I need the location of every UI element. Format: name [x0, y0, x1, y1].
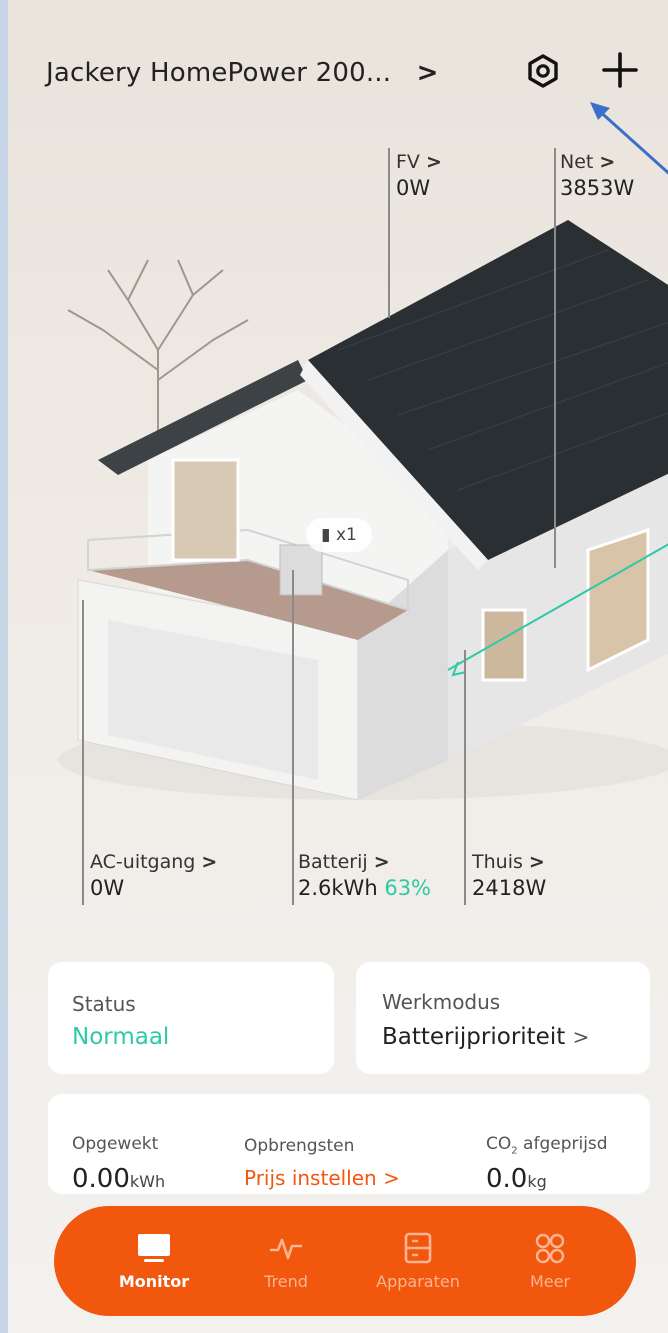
nav-monitor-label[interactable]: Monitor: [94, 1272, 214, 1291]
generated-unit: kWh: [129, 1172, 166, 1191]
co2-prefix: CO: [486, 1134, 512, 1154]
ac-connector-line: [82, 600, 84, 905]
ac-output-value: 0W: [90, 876, 125, 901]
chevron-right-icon: >: [383, 1166, 400, 1190]
status-card: Status Normaal: [48, 962, 334, 1074]
home-label: Thuis: [472, 851, 523, 873]
work-mode-label: Werkmodus: [382, 990, 501, 1014]
earnings-label: Opbrengsten: [244, 1136, 355, 1156]
co2-unit: kg: [527, 1172, 547, 1191]
net-readout[interactable]: Net > 3853W: [560, 150, 634, 203]
battery-label: Batterij: [298, 851, 368, 873]
chevron-right-icon: >: [201, 851, 218, 873]
chevron-right-icon: >: [572, 1025, 590, 1049]
set-price-link[interactable]: Prijs instellen >: [244, 1166, 400, 1190]
hexagon-gear-icon[interactable]: [526, 54, 560, 88]
battery-count-text: x1: [335, 525, 357, 545]
ac-output-label: AC-uitgang: [90, 851, 196, 873]
fv-value: 0W: [396, 176, 431, 201]
set-price-text[interactable]: Prijs instellen: [244, 1166, 377, 1190]
co2-suffix: afgeprijsd: [517, 1134, 608, 1154]
nav-devices-label[interactable]: Apparaten: [358, 1272, 478, 1291]
battery-readout[interactable]: Batterij > 2.6kWh 63%: [298, 850, 431, 903]
app-screen: Jackery HomePower 200... > ▮ x1 FV > 0W …: [0, 0, 668, 1333]
fv-readout[interactable]: FV > 0W: [396, 150, 442, 203]
nav-monitor[interactable]: Monitor: [94, 1206, 214, 1316]
co2-readout: 0.0kg: [486, 1164, 547, 1194]
home-value: 2418W: [472, 876, 547, 901]
net-label: Net: [560, 151, 594, 173]
status-label: Status: [72, 992, 136, 1016]
nav-trend[interactable]: Trend: [226, 1206, 346, 1316]
generated-readout: 0.00kWh: [72, 1164, 165, 1194]
battery-connector-line: [292, 570, 294, 905]
battery-percent-value: 63%: [384, 876, 432, 901]
generated-value: 0.00: [72, 1164, 130, 1194]
grid-icon: [535, 1233, 565, 1264]
home-connector-line: [464, 650, 466, 905]
chevron-right-icon: >: [373, 851, 390, 873]
plus-icon[interactable]: [600, 50, 640, 90]
co2-label: CO2 afgeprijsd: [486, 1134, 608, 1156]
pulse-icon: [270, 1238, 302, 1260]
nav-devices[interactable]: Apparaten: [358, 1206, 478, 1316]
chevron-right-icon: >: [425, 151, 442, 173]
home-readout[interactable]: Thuis > 2418W: [472, 850, 546, 903]
work-mode-value: Batterijprioriteit: [382, 1024, 566, 1050]
generated-label: Opgewekt: [72, 1134, 159, 1154]
ac-output-readout[interactable]: AC-uitgang > 0W: [90, 850, 217, 903]
device-title[interactable]: Jackery HomePower 200... >: [46, 58, 439, 88]
net-value: 3853W: [560, 176, 635, 201]
nav-more-label[interactable]: Meer: [490, 1272, 610, 1291]
monitor-icon: [138, 1234, 170, 1262]
devices-icon: [404, 1232, 432, 1264]
bottom-nav-bar: Monitor Trend Apparaten Meer: [54, 1206, 636, 1316]
stats-card: Opgewekt 0.00kWh Opbrengsten Prijs inste…: [48, 1094, 650, 1194]
chevron-right-icon[interactable]: >: [417, 58, 439, 88]
nav-trend-label[interactable]: Trend: [226, 1272, 346, 1291]
fv-connector-line: [388, 148, 390, 318]
work-mode-card[interactable]: Werkmodus Batterijprioriteit >: [356, 962, 650, 1074]
battery-energy-value: 2.6kWh: [298, 876, 378, 901]
battery-small-icon: ▮: [321, 525, 331, 545]
status-value: Normaal: [72, 1024, 170, 1050]
nav-more[interactable]: Meer: [490, 1206, 610, 1316]
chevron-right-icon: >: [528, 851, 545, 873]
co2-value: 0.0: [486, 1164, 528, 1194]
chevron-right-icon: >: [599, 151, 616, 173]
fv-label: FV: [396, 151, 420, 173]
battery-count-badge: ▮ x1: [306, 518, 372, 552]
device-title-text[interactable]: Jackery HomePower 200...: [46, 58, 391, 88]
net-connector-line: [554, 148, 556, 568]
